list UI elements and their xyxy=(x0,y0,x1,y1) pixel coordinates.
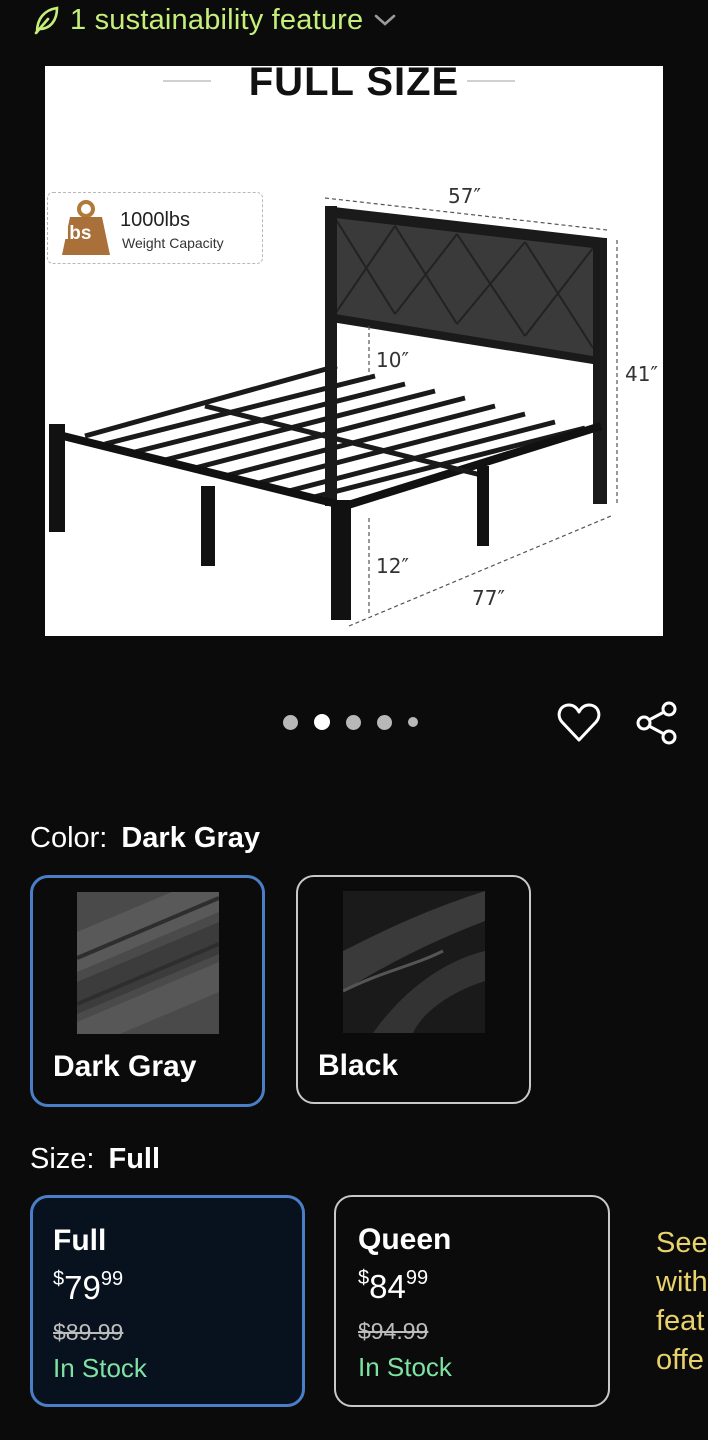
dark-gray-fabric-swatch xyxy=(77,892,219,1034)
see-more-line: offe xyxy=(656,1344,704,1376)
see-more-line: See xyxy=(656,1227,708,1259)
see-more-options-link[interactable]: See with feat offe xyxy=(656,1224,708,1380)
carousel-dot[interactable] xyxy=(377,714,392,730)
color-option-label: Color: Dark Gray xyxy=(30,822,260,855)
size-option-price: $7999 xyxy=(53,1268,124,1306)
carousel-dot[interactable] xyxy=(283,714,298,730)
size-option-name: Full xyxy=(53,1224,107,1257)
size-option-price: $8499 xyxy=(358,1267,429,1305)
sustainability-text: 1 sustainability feature xyxy=(70,3,364,36)
size-option-name: Queen xyxy=(358,1223,452,1256)
leaf-icon xyxy=(34,6,59,35)
bed-frame-illustration xyxy=(49,197,618,627)
chevron-down-icon xyxy=(375,14,396,26)
carousel-dot[interactable] xyxy=(346,714,361,730)
black-leather-swatch xyxy=(343,891,485,1033)
dimension-height: 41″ xyxy=(625,362,658,386)
size-option-queen[interactable]: Queen $8499 $94.99 In Stock xyxy=(334,1195,610,1407)
share-icon xyxy=(636,701,677,745)
size-option-stock: In Stock xyxy=(358,1352,452,1382)
size-option-was-price: $89.99 xyxy=(53,1319,124,1345)
color-swatch-dark-gray[interactable]: Dark Gray xyxy=(30,875,265,1107)
size-label: Size: xyxy=(30,1143,95,1175)
favorite-button[interactable] xyxy=(556,700,602,746)
see-more-line: with xyxy=(656,1266,708,1298)
share-button[interactable] xyxy=(634,700,680,746)
dimension-leg-height: 12″ xyxy=(376,554,409,578)
size-option-full[interactable]: Full $7999 $89.99 In Stock xyxy=(30,1195,305,1407)
see-more-line: feat xyxy=(656,1305,705,1337)
color-label: Color: xyxy=(30,822,108,854)
heart-icon xyxy=(557,703,601,742)
color-swatch-label: Dark Gray xyxy=(53,1050,197,1083)
product-image[interactable]: FULL SIZE lbs 1000lbs Weight Capacity 57… xyxy=(45,66,663,636)
dimension-length: 77″ xyxy=(472,586,505,610)
image-carousel-dots[interactable] xyxy=(283,714,418,730)
size-selected-value: Full xyxy=(108,1143,161,1175)
color-swatch-black[interactable]: Black xyxy=(296,875,531,1104)
size-option-stock: In Stock xyxy=(53,1353,147,1383)
color-swatch-label: Black xyxy=(318,1049,399,1082)
dimension-clearance: 10″ xyxy=(376,348,409,372)
dimension-width: 57″ xyxy=(448,184,481,208)
carousel-dot[interactable] xyxy=(408,717,418,727)
color-selected-value: Dark Gray xyxy=(121,822,261,854)
size-option-label: Size: Full xyxy=(30,1143,160,1176)
size-option-was-price: $94.99 xyxy=(358,1318,429,1344)
carousel-dot-active[interactable] xyxy=(314,714,330,730)
sustainability-feature-toggle[interactable]: 1 sustainability feature xyxy=(32,2,397,38)
